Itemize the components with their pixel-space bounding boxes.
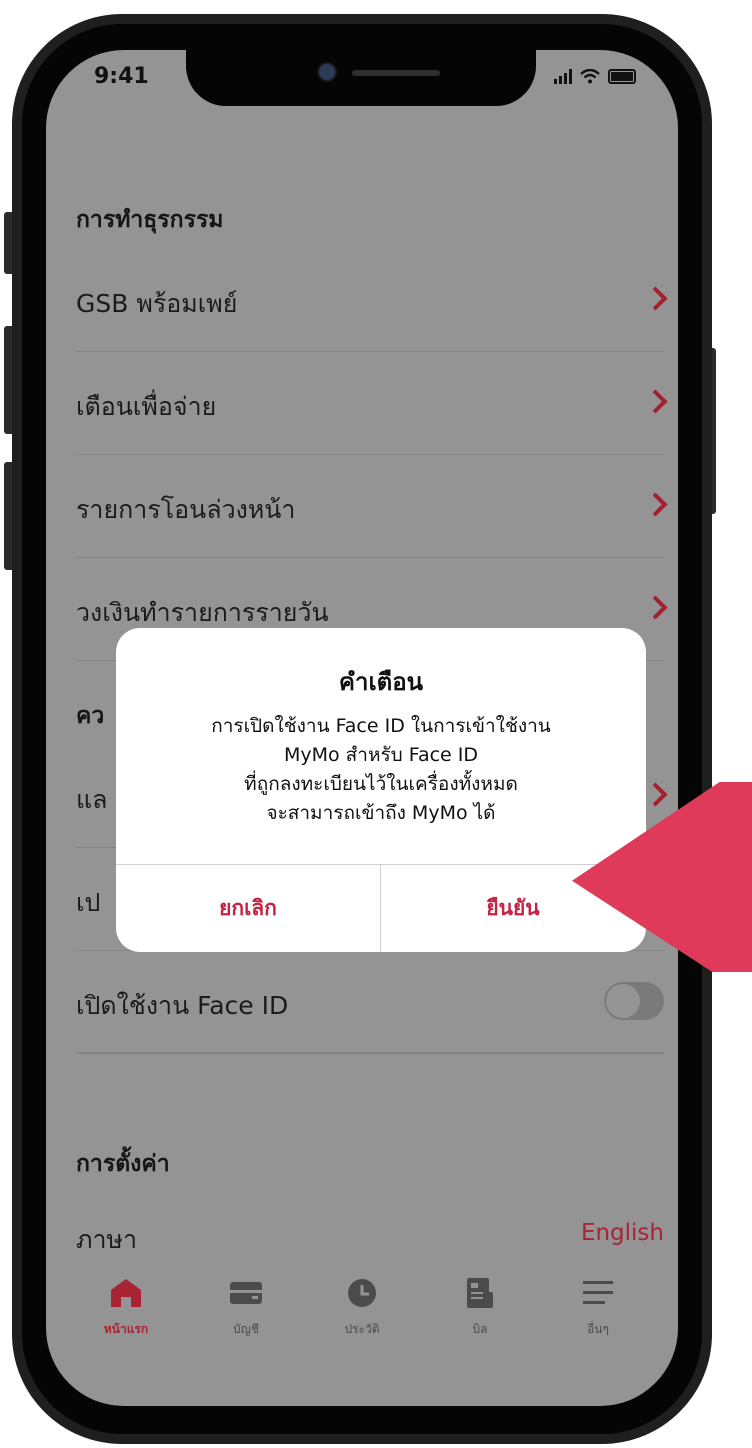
chevron-right-icon [643, 492, 668, 517]
cancel-button[interactable]: ยกเลิก [116, 865, 380, 952]
speaker-grille [352, 70, 440, 76]
section-title-settings: การตั้งค่า [76, 1151, 170, 1177]
dialog-message: การเปิดใช้งาน Face ID ในการเข้าใช้งาน My… [116, 712, 646, 828]
face-id-toggle[interactable] [604, 982, 664, 1020]
dialog-message-line: ที่ถูกลงทะเบียนไว้ในเครื่องทั้งหมด [244, 773, 518, 795]
camera-icon [317, 62, 337, 82]
tab-more[interactable]: อื่นๆ [548, 1278, 648, 1339]
tab-label: ประวัติ [344, 1322, 380, 1336]
list-item-face-id: เปิดใช้งาน Face ID [76, 954, 664, 1054]
list-item-label: เป [76, 888, 101, 917]
list-item-label: เปิดใช้งาน Face ID [76, 991, 289, 1020]
toggle-knob [606, 984, 640, 1018]
list-item-payment-reminder[interactable]: เตือนเพื่อจ่าย [76, 355, 668, 455]
list-item-gsb-promptpay[interactable]: GSB พร้อมเพย์ [76, 252, 668, 352]
list-item-scheduled-transfers[interactable]: รายการโอนล่วงหน้า [76, 458, 668, 558]
tab-label: บัญชี [233, 1322, 259, 1336]
phone-screen: 9:41 การทำธุรกรรม GSB พร้อมเพย์ เตือนเพื… [46, 50, 678, 1406]
tab-label: อื่นๆ [587, 1322, 609, 1336]
clock-icon [348, 1279, 376, 1307]
section-title-security: คว [76, 703, 105, 729]
dialog-message-line: การเปิดใช้งาน Face ID ในการเข้าใช้งาน [211, 715, 551, 737]
list-item-label: แล [76, 785, 108, 814]
dialog-message-line: MyMo สำหรับ Face ID [283, 744, 479, 766]
section-title-transactions: การทำธุรกรรม [76, 207, 224, 233]
wifi-icon [580, 68, 600, 83]
menu-icon [583, 1281, 613, 1304]
chevron-right-icon [643, 286, 668, 311]
phone-bezel: 9:41 การทำธุรกรรม GSB พร้อมเพย์ เตือนเพื… [22, 24, 702, 1434]
divider [76, 351, 664, 352]
dialog-title: คำเตือน [338, 668, 424, 696]
chevron-right-icon [643, 595, 668, 620]
battery-icon [608, 68, 636, 84]
status-icons [554, 68, 636, 84]
bill-icon [467, 1278, 493, 1308]
signal-icon [554, 68, 572, 84]
tab-accounts[interactable]: บัญชี [196, 1278, 296, 1339]
language-value: English [580, 1220, 664, 1246]
tab-history[interactable]: ประวัติ [312, 1278, 412, 1339]
divider [76, 1052, 664, 1054]
list-item-label: GSB พร้อมเพย์ [76, 289, 238, 318]
list-item-label: เตือนเพื่อจ่าย [76, 392, 217, 421]
tab-bar: หน้าแรก บัญชี ประวัติ บิล อื่นๆ [46, 1250, 678, 1360]
tab-label: บิล [472, 1322, 488, 1336]
dialog-message-line: จะสามารถเข้าถึง MyMo ได้ [266, 802, 496, 824]
tab-home[interactable]: หน้าแรก [76, 1278, 176, 1339]
chevron-right-icon [643, 389, 668, 414]
card-icon [230, 1282, 262, 1304]
chevron-right-icon [643, 782, 668, 807]
tab-bills[interactable]: บิล [430, 1278, 530, 1339]
warning-dialog: คำเตือน การเปิดใช้งาน Face ID ในการเข้าใ… [116, 628, 646, 952]
status-time: 9:41 [94, 64, 149, 89]
tab-label: หน้าแรก [103, 1322, 149, 1336]
phone-frame: 9:41 การทำธุรกรรม GSB พร้อมเพย์ เตือนเพื… [12, 14, 712, 1444]
divider [76, 557, 664, 558]
list-item-label: วงเงินทำรายการรายวัน [76, 598, 329, 627]
divider [76, 454, 664, 455]
home-icon [111, 1279, 141, 1307]
list-item-label: รายการโอนล่วงหน้า [76, 495, 296, 524]
notch [186, 50, 536, 106]
